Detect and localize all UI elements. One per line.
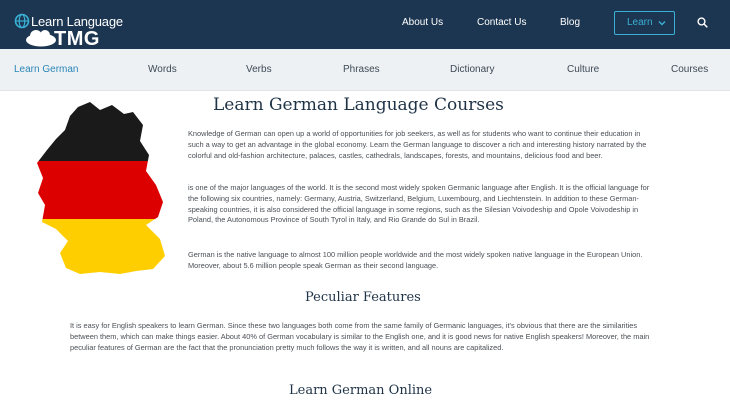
nav-link-blog[interactable]: Blog	[560, 0, 580, 49]
chevron-down-icon	[658, 21, 666, 26]
german-status-paragraph: is one of the major languages of the wor…	[188, 183, 650, 225]
subnav-culture[interactable]: Culture	[567, 64, 599, 75]
nav-link-contact-us[interactable]: Contact Us	[477, 0, 526, 49]
subnav-phrases[interactable]: Phrases	[343, 64, 380, 75]
top-navigation-bar: Learn Language TMG About Us Contact Us B…	[0, 0, 730, 49]
subnav-courses[interactable]: Courses	[671, 64, 708, 75]
features-heading: Peculiar Features	[305, 290, 421, 305]
speakers-paragraph: German is the native language to almost …	[188, 250, 643, 270]
search-icon[interactable]	[697, 17, 708, 28]
nav-link-about-us[interactable]: About Us	[402, 0, 443, 49]
globe-icon	[14, 13, 30, 29]
germany-flag-map-image	[37, 102, 165, 274]
subnav-words[interactable]: Words	[148, 64, 177, 75]
logo-text: Learn Language	[31, 14, 123, 29]
logo-tmg-text: TMG	[54, 28, 100, 50]
site-logo[interactable]: Learn Language TMG	[14, 12, 130, 50]
main-content: Learn German Language Courses Knowledge …	[0, 91, 730, 411]
subnav-dictionary[interactable]: Dictionary	[450, 64, 494, 75]
learn-dropdown-button[interactable]: Learn	[614, 11, 675, 35]
intro-paragraph: Knowledge of German can open up a world …	[188, 129, 647, 160]
learn-button-label: Learn	[627, 17, 653, 28]
secondary-navigation: Learn German Words Verbs Phrases Diction…	[0, 49, 730, 91]
cloud-icon	[26, 30, 56, 47]
subnav-verbs[interactable]: Verbs	[246, 64, 272, 75]
subnav-learn-german[interactable]: Learn German	[14, 64, 78, 75]
page-title: Learn German Language Courses	[213, 95, 504, 115]
online-heading: Learn German Online	[289, 383, 433, 398]
features-paragraph: It is easy for English speakers to learn…	[70, 321, 650, 352]
